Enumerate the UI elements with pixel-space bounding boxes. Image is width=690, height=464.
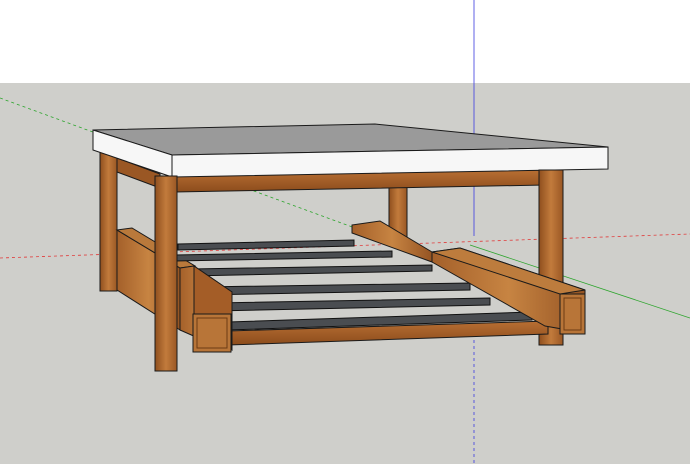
sketchup-viewport[interactable]	[0, 0, 690, 464]
sky	[0, 0, 690, 83]
3d-model-canvas[interactable]	[0, 0, 690, 464]
front-left-leg[interactable]	[154, 175, 178, 372]
